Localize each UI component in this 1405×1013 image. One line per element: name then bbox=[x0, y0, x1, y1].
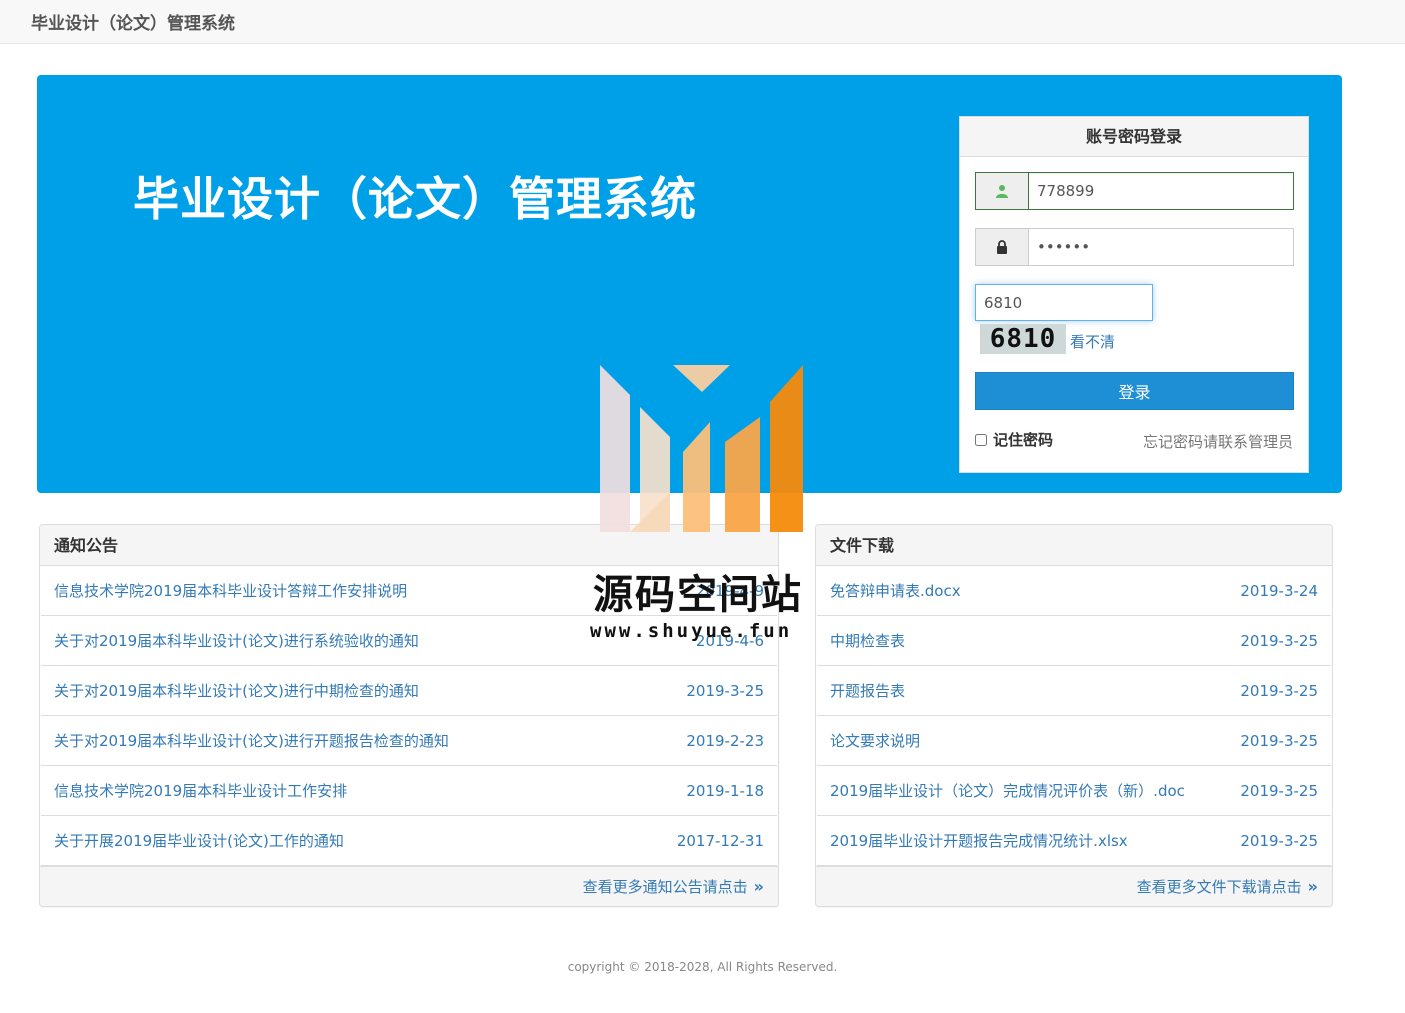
notice-title[interactable]: 信息技术学院2019届本科毕业设计答辩工作安排说明 bbox=[54, 580, 407, 601]
captcha-refresh-link[interactable]: 看不清 bbox=[1070, 331, 1115, 352]
remember-label: 记住密码 bbox=[993, 431, 1054, 449]
notice-date: 2019-4-6 bbox=[695, 631, 764, 650]
download-more-label[interactable]: 查看更多文件下载请点击 bbox=[1137, 878, 1302, 896]
download-panel-heading: 文件下载 bbox=[816, 525, 1332, 566]
file-title[interactable]: 免答辩申请表.docx bbox=[830, 580, 961, 601]
notice-panel: 通知公告 信息技术学院2019届本科毕业设计答辩工作安排说明 2019-4-9 关… bbox=[39, 524, 779, 907]
list-item[interactable]: 开题报告表 2019-3-25 bbox=[817, 666, 1331, 716]
notice-title[interactable]: 关于对2019届本科毕业设计(论文)进行系统验收的通知 bbox=[54, 630, 419, 651]
password-group bbox=[975, 228, 1294, 266]
file-title[interactable]: 开题报告表 bbox=[830, 680, 905, 701]
double-chevron-right-icon: » bbox=[753, 877, 764, 896]
list-item[interactable]: 关于对2019届本科毕业设计(论文)进行中期检查的通知 2019-3-25 bbox=[41, 666, 777, 716]
lock-icon bbox=[975, 228, 1028, 266]
remember-checkbox[interactable] bbox=[975, 433, 987, 446]
file-title[interactable]: 2019届毕业设计开题报告完成情况统计.xlsx bbox=[830, 830, 1128, 851]
list-item[interactable]: 关于对2019届本科毕业设计(论文)进行开题报告检查的通知 2019-2-23 bbox=[41, 716, 777, 766]
notice-title[interactable]: 关于开展2019届毕业设计(论文)工作的通知 bbox=[54, 830, 344, 851]
file-date: 2019-3-25 bbox=[1240, 731, 1318, 750]
login-heading: 账号密码登录 bbox=[960, 117, 1308, 157]
file-date: 2019-3-25 bbox=[1240, 781, 1318, 800]
list-item[interactable]: 中期检查表 2019-3-25 bbox=[817, 616, 1331, 666]
password-input[interactable] bbox=[1028, 228, 1294, 266]
navbar-brand[interactable]: 毕业设计（论文）管理系统 bbox=[31, 9, 235, 34]
notice-list: 信息技术学院2019届本科毕业设计答辩工作安排说明 2019-4-9 关于对201… bbox=[40, 566, 778, 866]
list-item[interactable]: 论文要求说明 2019-3-25 bbox=[817, 716, 1331, 766]
login-button[interactable]: 登录 bbox=[975, 372, 1294, 410]
notice-title[interactable]: 关于对2019届本科毕业设计(论文)进行开题报告检查的通知 bbox=[54, 730, 449, 751]
notice-date: 2019-2-23 bbox=[686, 731, 764, 750]
file-title[interactable]: 中期检查表 bbox=[830, 630, 905, 651]
download-list: 免答辩申请表.docx 2019-3-24 中期检查表 2019-3-25 开题报告… bbox=[816, 566, 1332, 866]
file-date: 2019-3-25 bbox=[1240, 631, 1318, 650]
notice-title[interactable]: 关于对2019届本科毕业设计(论文)进行中期检查的通知 bbox=[54, 680, 419, 701]
top-navbar: 毕业设计（论文）管理系统 bbox=[0, 0, 1405, 44]
file-date: 2019-3-25 bbox=[1240, 831, 1318, 850]
notice-more-link[interactable]: 查看更多通知公告请点击 » bbox=[40, 866, 778, 906]
username-group bbox=[975, 172, 1294, 210]
download-more-link[interactable]: 查看更多文件下载请点击 » bbox=[816, 866, 1332, 906]
captcha-input[interactable] bbox=[975, 284, 1153, 321]
username-input[interactable] bbox=[1028, 172, 1294, 210]
notice-title[interactable]: 信息技术学院2019届本科毕业设计工作安排 bbox=[54, 780, 347, 801]
notice-date: 2019-4-9 bbox=[695, 581, 764, 600]
list-item[interactable]: 信息技术学院2019届本科毕业设计工作安排 2019-1-18 bbox=[41, 766, 777, 816]
notice-panel-heading: 通知公告 bbox=[40, 525, 778, 566]
forgot-password-text: 忘记密码请联系管理员 bbox=[1142, 433, 1293, 451]
list-item[interactable]: 免答辩申请表.docx 2019-3-24 bbox=[817, 566, 1331, 616]
login-panel: 账号密码登录 6810 看不清 登录 记住密码 忘记密码请联系管理员 bbox=[959, 116, 1309, 473]
list-item[interactable]: 2019届毕业设计（论文）完成情况评价表（新）.doc 2019-3-25 bbox=[817, 766, 1331, 816]
notice-more-label[interactable]: 查看更多通知公告请点击 bbox=[583, 878, 748, 896]
remember-password[interactable]: 记住密码 bbox=[975, 429, 1053, 450]
hero-banner: 毕业设计（论文）管理系统 账号密码登录 6810 看不清 登录 记住密码 忘记密… bbox=[37, 75, 1342, 493]
banner-title: 毕业设计（论文）管理系统 bbox=[133, 172, 697, 226]
notice-date: 2017-12-31 bbox=[676, 831, 764, 850]
list-item[interactable]: 信息技术学院2019届本科毕业设计答辩工作安排说明 2019-4-9 bbox=[41, 566, 777, 616]
double-chevron-right-icon: » bbox=[1307, 877, 1318, 896]
file-date: 2019-3-24 bbox=[1240, 581, 1318, 600]
file-title[interactable]: 论文要求说明 bbox=[830, 730, 920, 751]
footer-copyright: copyright © 2018-2028, All Rights Reserv… bbox=[567, 960, 838, 974]
file-title[interactable]: 2019届毕业设计（论文）完成情况评价表（新）.doc bbox=[830, 780, 1185, 801]
download-panel: 文件下载 免答辩申请表.docx 2019-3-24 中期检查表 2019-3-25… bbox=[815, 524, 1333, 907]
list-item[interactable]: 2019届毕业设计开题报告完成情况统计.xlsx 2019-3-25 bbox=[817, 816, 1331, 866]
captcha-image[interactable]: 6810 bbox=[980, 324, 1066, 354]
user-icon bbox=[975, 172, 1028, 210]
list-item[interactable]: 关于对2019届本科毕业设计(论文)进行系统验收的通知 2019-4-6 bbox=[41, 616, 777, 666]
notice-date: 2019-3-25 bbox=[686, 681, 764, 700]
file-date: 2019-3-25 bbox=[1240, 681, 1318, 700]
notice-date: 2019-1-18 bbox=[686, 781, 764, 800]
list-item[interactable]: 关于开展2019届毕业设计(论文)工作的通知 2017-12-31 bbox=[41, 816, 777, 866]
